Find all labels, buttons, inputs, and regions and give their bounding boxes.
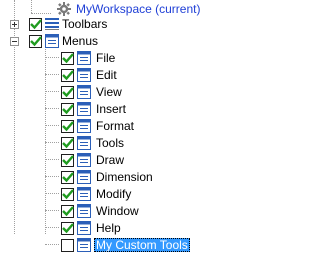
toolbars-checkbox[interactable] bbox=[29, 18, 42, 31]
view-checkbox[interactable] bbox=[61, 86, 74, 99]
menu-tree: MyWorkspace (current) Toolbars Menus Fil… bbox=[0, 0, 250, 252]
tree-row-menus[interactable]: Menus bbox=[0, 32, 250, 50]
tree-row-toolbars[interactable]: Toolbars bbox=[0, 15, 250, 33]
menu-icon bbox=[76, 237, 92, 253]
menu-icon bbox=[76, 220, 92, 236]
menu-icon bbox=[76, 203, 92, 219]
tools-checkbox[interactable] bbox=[61, 137, 74, 150]
tree-label-window: Window bbox=[96, 204, 139, 218]
menu-icon bbox=[76, 118, 92, 134]
modify-checkbox[interactable] bbox=[61, 188, 74, 201]
menu-icon bbox=[44, 33, 60, 49]
tree-row-draw[interactable]: Draw bbox=[0, 151, 250, 169]
tree-row-insert[interactable]: Insert bbox=[0, 100, 250, 118]
menu-icon bbox=[76, 169, 92, 185]
toolbar-icon bbox=[44, 16, 60, 32]
collapse-minus-icon[interactable] bbox=[10, 37, 19, 46]
tree-label-view: View bbox=[96, 85, 122, 99]
draw-checkbox[interactable] bbox=[61, 154, 74, 167]
tree-row-view[interactable]: View bbox=[0, 83, 250, 101]
tree-row-edit[interactable]: Edit bbox=[0, 66, 250, 84]
menu-icon bbox=[76, 186, 92, 202]
dimension-checkbox[interactable] bbox=[61, 171, 74, 184]
tree-label-menus: Menus bbox=[62, 34, 99, 48]
tree-label-tools: Tools bbox=[96, 136, 125, 150]
menus-checkbox[interactable] bbox=[29, 35, 42, 48]
tree-label-file: File bbox=[96, 51, 116, 65]
tree-label-toolbars: Toolbars bbox=[62, 17, 108, 31]
tree-row-format[interactable]: Format bbox=[0, 117, 250, 135]
menu-icon bbox=[76, 84, 92, 100]
menu-icon bbox=[76, 152, 92, 168]
tree-row-modify[interactable]: Modify bbox=[0, 185, 250, 203]
tree-label-my-custom-tools: My Custom Tools bbox=[94, 238, 190, 252]
tree-label-help: Help bbox=[96, 221, 121, 235]
tree-label-draw: Draw bbox=[96, 153, 125, 167]
window-checkbox[interactable] bbox=[61, 205, 74, 218]
menu-icon bbox=[76, 50, 92, 66]
my-custom-tools-checkbox[interactable] bbox=[61, 239, 74, 252]
tree-row-dimension[interactable]: Dimension bbox=[0, 168, 250, 186]
format-checkbox[interactable] bbox=[61, 120, 74, 133]
tree-row-my-custom-tools[interactable]: My Custom Tools bbox=[0, 236, 250, 254]
tree-label-edit: Edit bbox=[96, 68, 117, 82]
tree-row-window[interactable]: Window bbox=[0, 202, 250, 220]
tree-label-insert: Insert bbox=[96, 102, 127, 116]
tree-label-workspace: MyWorkspace (current) bbox=[76, 2, 201, 16]
tree-row-help[interactable]: Help bbox=[0, 219, 250, 237]
tree-row-tools[interactable]: Tools bbox=[0, 134, 250, 152]
menu-icon bbox=[76, 101, 92, 117]
edit-checkbox[interactable] bbox=[61, 69, 74, 82]
file-checkbox[interactable] bbox=[61, 52, 74, 65]
menu-icon bbox=[76, 135, 92, 151]
tree-row-file[interactable]: File bbox=[0, 49, 250, 67]
help-checkbox[interactable] bbox=[61, 222, 74, 235]
tree-label-modify: Modify bbox=[96, 187, 132, 201]
tree-label-format: Format bbox=[96, 119, 135, 133]
insert-checkbox[interactable] bbox=[61, 103, 74, 116]
menu-icon bbox=[76, 67, 92, 83]
tree-label-dimension: Dimension bbox=[96, 170, 153, 184]
expand-plus-icon[interactable] bbox=[10, 20, 19, 29]
